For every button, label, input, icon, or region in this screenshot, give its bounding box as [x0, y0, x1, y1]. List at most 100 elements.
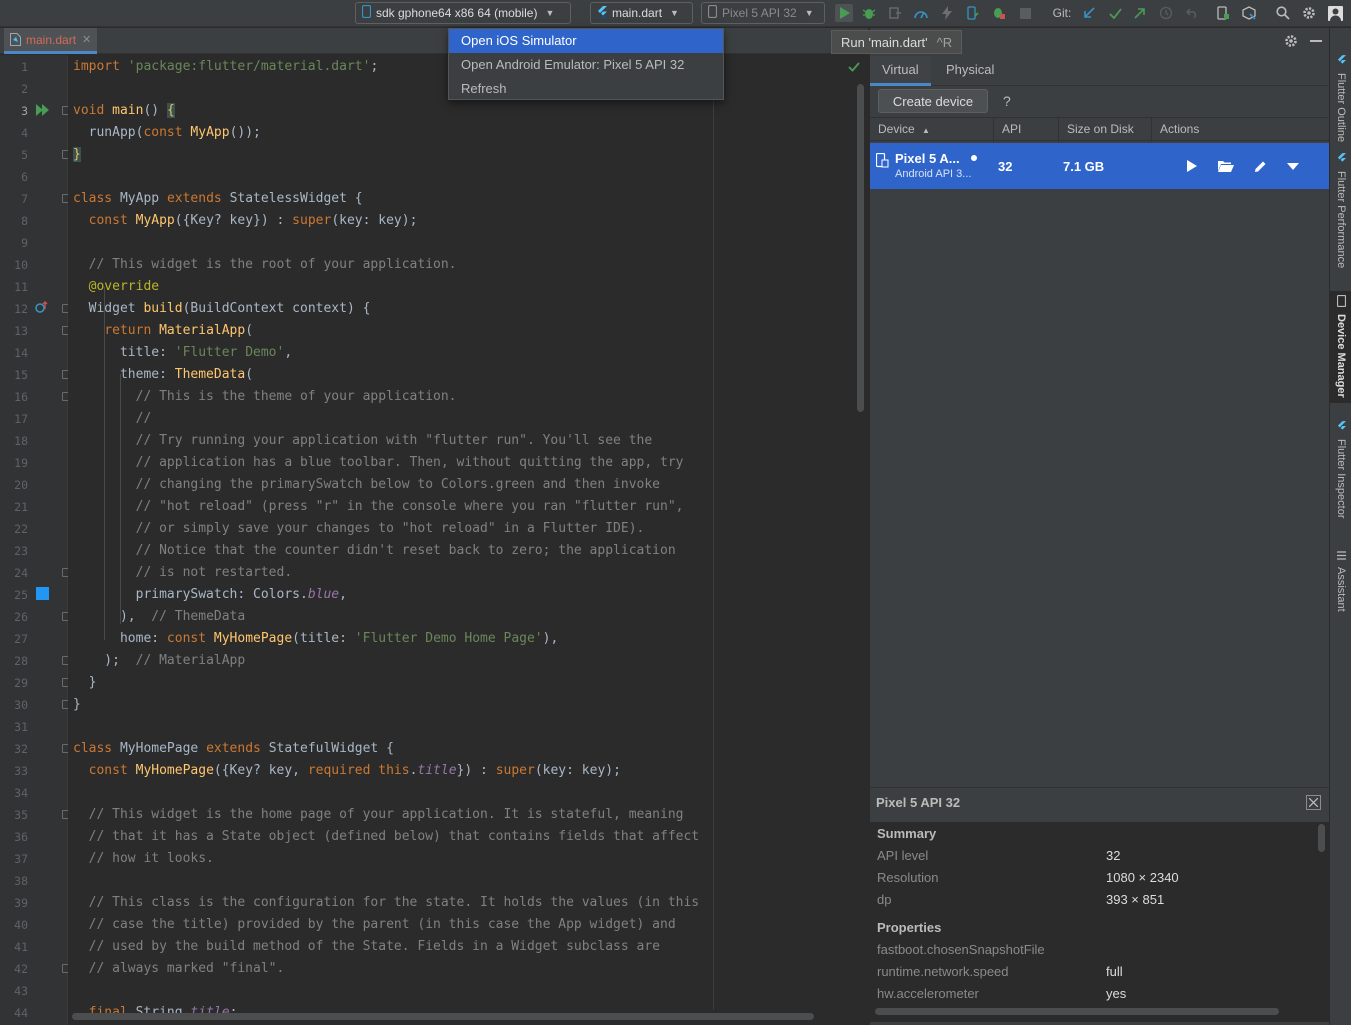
inspection-ok-icon[interactable]: [848, 60, 860, 75]
code-line[interactable]: // Try running your application with "fl…: [73, 430, 653, 452]
more-actions-button[interactable]: [1283, 156, 1303, 176]
code-line[interactable]: theme: ThemeData(: [73, 364, 253, 386]
run-button[interactable]: [835, 4, 853, 22]
code-line[interactable]: @override: [73, 276, 159, 298]
line-number[interactable]: 27: [0, 632, 28, 646]
line-number[interactable]: 15: [0, 368, 28, 382]
git-commit-button[interactable]: [1106, 4, 1124, 22]
line-number[interactable]: 14: [0, 346, 28, 360]
code-line[interactable]: }: [73, 672, 97, 694]
code-line[interactable]: // case the title) provided by the paren…: [73, 914, 676, 936]
line-number[interactable]: 1: [0, 60, 28, 74]
code-line[interactable]: class MyHomePage extends StatefulWidget …: [73, 738, 394, 760]
account-button[interactable]: [1326, 4, 1344, 22]
line-number[interactable]: 19: [0, 456, 28, 470]
line-number[interactable]: 33: [0, 764, 28, 778]
git-history-button[interactable]: [1157, 4, 1175, 22]
menu-item-open-ios-simulator[interactable]: Open iOS Simulator: [449, 29, 723, 53]
code-line[interactable]: // changing the primarySwatch below to C…: [73, 474, 660, 496]
color-swatch-icon[interactable]: [36, 587, 49, 600]
menu-item-refresh[interactable]: Refresh: [449, 77, 723, 101]
line-number[interactable]: 32: [0, 742, 28, 756]
line-number[interactable]: 21: [0, 500, 28, 514]
line-number[interactable]: 20: [0, 478, 28, 492]
line-number[interactable]: 11: [0, 280, 28, 294]
avd-selector[interactable]: Pixel 5 API 32 ▼: [701, 2, 825, 24]
code-line[interactable]: title: 'Flutter Demo',: [73, 342, 292, 364]
open-folder-button[interactable]: [1216, 156, 1236, 176]
git-push-button[interactable]: [1131, 4, 1149, 22]
run-gutter-icon[interactable]: [36, 104, 50, 119]
device-row[interactable]: Pixel 5 A... Android API 3... 32 7.1 GB: [870, 143, 1330, 189]
tool-tab-assistant[interactable]: Assistant: [1330, 548, 1351, 612]
create-device-button[interactable]: Create device: [878, 89, 988, 113]
menu-item-open-android-emulator[interactable]: Open Android Emulator: Pixel 5 API 32: [449, 53, 723, 77]
code-line[interactable]: // application has a blue toolbar. Then,…: [73, 452, 684, 474]
minimize-icon[interactable]: [1310, 40, 1322, 42]
code-line[interactable]: // This class is the configuration for t…: [73, 892, 700, 914]
hot-restart-button[interactable]: [964, 4, 982, 22]
line-number[interactable]: 39: [0, 896, 28, 910]
code-line[interactable]: // is not restarted.: [73, 562, 293, 584]
column-size[interactable]: Size on Disk: [1059, 118, 1152, 142]
device-selector[interactable]: sdk gphone64 x86 64 (mobile) ▼: [355, 2, 571, 24]
tab-physical[interactable]: Physical: [934, 56, 1006, 86]
code-line[interactable]: const MyHomePage({Key? key, required thi…: [73, 760, 621, 782]
line-number[interactable]: 2: [0, 82, 28, 96]
profile-button[interactable]: [912, 4, 930, 22]
line-number[interactable]: 17: [0, 412, 28, 426]
line-number[interactable]: 13: [0, 324, 28, 338]
line-number[interactable]: 41: [0, 940, 28, 954]
stop-button[interactable]: [1016, 4, 1034, 22]
code-line[interactable]: runApp(const MyApp());: [73, 122, 261, 144]
line-number[interactable]: 31: [0, 720, 28, 734]
code-line[interactable]: // that it has a State object (defined b…: [73, 826, 700, 848]
line-number[interactable]: 43: [0, 984, 28, 998]
line-number[interactable]: 30: [0, 698, 28, 712]
code-line[interactable]: // This widget is the root of your appli…: [73, 254, 457, 276]
help-icon[interactable]: ?: [1003, 93, 1011, 109]
code-line[interactable]: Widget build(BuildContext context) {: [73, 298, 371, 320]
line-number[interactable]: 9: [0, 236, 28, 250]
tab-virtual[interactable]: Virtual: [870, 56, 931, 86]
coverage-button[interactable]: [990, 4, 1008, 22]
tool-tab-flutter-outline[interactable]: Flutter Outline: [1330, 54, 1351, 142]
code-line[interactable]: // Notice that the counter didn't reset …: [73, 540, 676, 562]
code-line[interactable]: }: [73, 694, 81, 716]
editor-vertical-scrollbar[interactable]: [857, 84, 864, 412]
line-number[interactable]: 35: [0, 808, 28, 822]
line-number[interactable]: 23: [0, 544, 28, 558]
line-number[interactable]: 40: [0, 918, 28, 932]
device-manager-toolbar-button[interactable]: [1214, 4, 1232, 22]
close-icon[interactable]: [1306, 795, 1321, 810]
column-api[interactable]: API: [994, 118, 1059, 142]
details-vertical-scrollbar[interactable]: [1318, 824, 1325, 852]
code-line[interactable]: class MyApp extends StatelessWidget {: [73, 188, 363, 210]
override-gutter-icon[interactable]: [35, 301, 49, 317]
code-line[interactable]: ); // MaterialApp: [73, 650, 245, 672]
column-device[interactable]: Device ▲: [870, 118, 994, 142]
code-line[interactable]: // This is the theme of your application…: [73, 386, 457, 408]
code-line[interactable]: primarySwatch: Colors.blue,: [73, 584, 347, 606]
code-line[interactable]: }: [73, 144, 81, 166]
code-line[interactable]: ), // ThemeData: [73, 606, 245, 628]
code-line[interactable]: // how it looks.: [73, 848, 214, 870]
attach-debugger-button[interactable]: [886, 4, 904, 22]
code-line[interactable]: // used by the build method of the State…: [73, 936, 660, 958]
line-number[interactable]: 6: [0, 170, 28, 184]
line-number[interactable]: 16: [0, 390, 28, 404]
code-line[interactable]: //: [73, 408, 152, 430]
line-number[interactable]: 8: [0, 214, 28, 228]
close-icon[interactable]: ✕: [82, 33, 91, 46]
run-config-selector[interactable]: main.dart ▼: [590, 2, 693, 24]
code-line[interactable]: void main() {: [73, 100, 175, 122]
settings-button[interactable]: [1300, 4, 1318, 22]
line-number[interactable]: 18: [0, 434, 28, 448]
line-number[interactable]: 25: [0, 588, 28, 602]
edit-device-button[interactable]: [1250, 156, 1270, 176]
line-number[interactable]: 24: [0, 566, 28, 580]
hot-reload-button[interactable]: [938, 4, 956, 22]
line-number[interactable]: 26: [0, 610, 28, 624]
tool-tab-flutter-performance[interactable]: Flutter Performance: [1330, 152, 1351, 268]
line-number[interactable]: 5: [0, 148, 28, 162]
